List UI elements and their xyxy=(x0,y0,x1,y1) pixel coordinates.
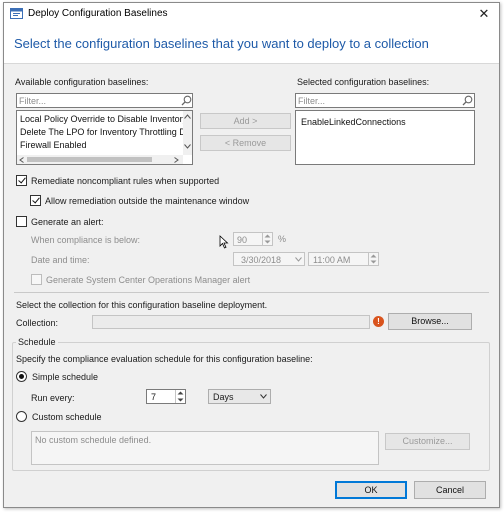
window-title: Deploy Configuration Baselines xyxy=(28,8,168,19)
custom-schedule-label: Custom schedule xyxy=(32,412,102,422)
custom-schedule-box: No custom schedule defined. xyxy=(31,431,379,465)
cancel-button[interactable]: Cancel xyxy=(414,481,486,499)
scom-alert-label: Generate System Center Operations Manage… xyxy=(46,275,251,285)
chevron-up-icon[interactable] xyxy=(184,114,191,119)
unit-select[interactable]: Days xyxy=(208,389,271,404)
chevron-down-icon[interactable] xyxy=(260,394,267,399)
scroll-thumb[interactable] xyxy=(27,157,152,162)
available-filter-input[interactable] xyxy=(19,95,169,107)
browse-button[interactable]: Browse... xyxy=(388,313,472,330)
remove-button[interactable]: < Remove xyxy=(200,135,291,151)
customize-button[interactable]: Customize... xyxy=(385,433,470,450)
spinner-buttons[interactable] xyxy=(262,233,272,245)
scom-alert-checkbox[interactable] xyxy=(31,274,42,285)
list-item[interactable]: EnableLinkedConnections xyxy=(301,117,406,127)
spinner-buttons[interactable] xyxy=(368,253,378,265)
header-band: Select the configuration baselines that … xyxy=(4,24,499,64)
chevron-up-icon[interactable] xyxy=(370,254,377,258)
spinner-buttons[interactable] xyxy=(175,390,185,403)
remediate-checkbox[interactable] xyxy=(16,175,27,186)
available-label: Available configuration baselines: xyxy=(15,77,149,87)
title-bar: Deploy Configuration Baselines ✕ xyxy=(4,3,499,24)
run-every-label: Run every: xyxy=(31,393,75,403)
time-value: 11:00 AM xyxy=(313,255,351,265)
add-button[interactable]: Add > xyxy=(200,113,291,129)
custom-schedule-radio[interactable] xyxy=(16,411,27,422)
collection-label: Collection: xyxy=(16,318,59,328)
selected-list[interactable]: EnableLinkedConnections xyxy=(295,110,475,165)
collection-field xyxy=(92,315,370,329)
simple-schedule-radio[interactable] xyxy=(16,371,27,382)
chevron-down-icon[interactable] xyxy=(295,257,302,262)
chevron-down-icon[interactable] xyxy=(370,260,377,264)
selected-label: Selected configuration baselines: xyxy=(297,77,430,87)
time-picker[interactable]: 11:00 AM xyxy=(308,252,379,266)
selected-filter-input[interactable] xyxy=(298,95,448,107)
list-item[interactable]: Firewall Enabled xyxy=(20,140,87,150)
chevron-down-icon[interactable] xyxy=(177,398,184,402)
compliance-label: When compliance is below: xyxy=(31,235,141,245)
available-filter-box xyxy=(16,93,193,108)
date-time-label: Date and time: xyxy=(31,255,90,265)
outside-window-checkbox[interactable] xyxy=(30,195,41,206)
vertical-scrollbar[interactable] xyxy=(183,111,192,155)
run-every-value: 7 xyxy=(151,392,157,402)
ok-button[interactable]: OK xyxy=(335,481,407,499)
custom-schedule-placeholder: No custom schedule defined. xyxy=(35,435,152,445)
divider xyxy=(14,292,489,293)
schedule-intro: Specify the compliance evaluation schedu… xyxy=(16,354,313,364)
collection-intro: Select the collection for this configura… xyxy=(16,300,268,310)
simple-schedule-label: Simple schedule xyxy=(32,372,99,382)
chevron-up-icon[interactable] xyxy=(264,234,271,238)
chevron-left-icon[interactable] xyxy=(19,157,24,163)
date-picker[interactable]: 3/30/2018 xyxy=(233,252,305,266)
search-icon xyxy=(181,95,192,106)
chevron-down-icon[interactable] xyxy=(184,144,191,149)
horizontal-scrollbar[interactable] xyxy=(17,155,183,164)
close-icon[interactable]: ✕ xyxy=(469,3,499,24)
chevron-up-icon[interactable] xyxy=(177,391,184,395)
chevron-down-icon[interactable] xyxy=(264,240,271,244)
unit-value: Days xyxy=(213,392,234,402)
generate-alert-checkbox[interactable] xyxy=(16,216,27,227)
mouse-pointer-icon xyxy=(219,235,229,249)
available-list[interactable]: Local Policy Override to Disable Invento… xyxy=(16,110,193,165)
list-item[interactable]: Local Policy Override to Disable Invento… xyxy=(20,114,192,124)
percent-sign: % xyxy=(278,234,287,244)
warning-icon: ! xyxy=(373,316,384,327)
compliance-spinner[interactable]: 90 xyxy=(233,232,273,246)
schedule-legend: Schedule xyxy=(16,337,58,347)
selected-filter-box xyxy=(295,93,475,108)
compliance-value: 90 xyxy=(237,235,248,245)
chevron-right-icon[interactable] xyxy=(174,157,179,163)
outside-window-label: Allow remediation outside the maintenanc… xyxy=(45,196,250,206)
remediate-label: Remediate noncompliant rules when suppor… xyxy=(31,176,220,186)
list-item[interactable]: Delete The LPO for Inventory Throttling … xyxy=(20,127,192,137)
date-value: 3/30/2018 xyxy=(241,255,282,265)
generate-alert-label: Generate an alert: xyxy=(31,217,104,227)
page-title: Select the configuration baselines that … xyxy=(14,36,429,51)
dialog-window: Deploy Configuration Baselines ✕ Select … xyxy=(3,2,500,508)
run-every-spinner[interactable]: 7 xyxy=(146,389,186,404)
search-icon xyxy=(462,95,473,106)
app-icon xyxy=(10,8,23,19)
